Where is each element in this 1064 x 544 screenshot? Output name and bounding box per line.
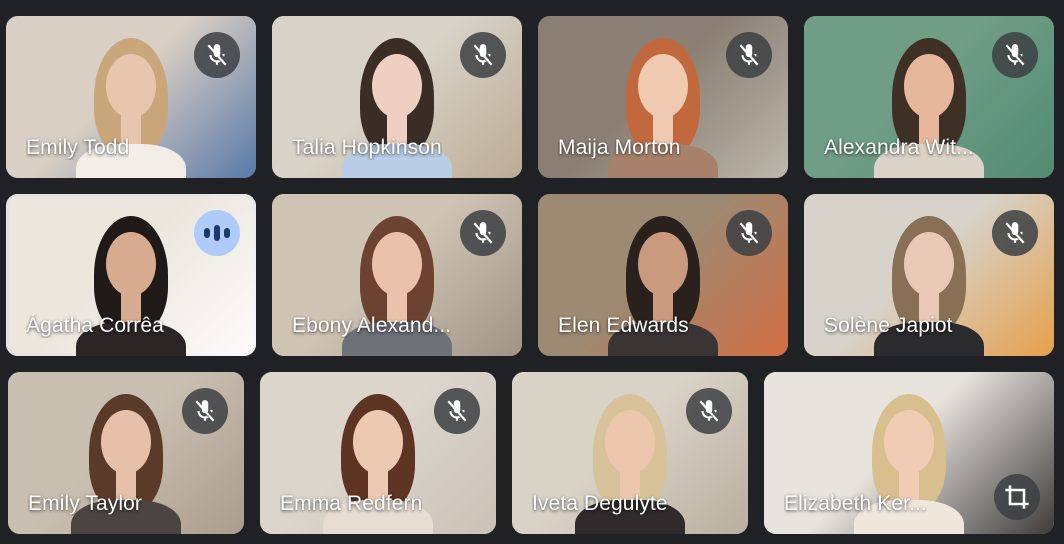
participant-tile[interactable]: Iveta Degulyte — [512, 372, 748, 534]
mic-off-icon — [194, 32, 240, 78]
participant-tile[interactable]: Maija Morton — [538, 16, 788, 178]
participant-tile[interactable]: Talia Hopkinson — [272, 16, 522, 178]
participant-name: Emily Taylor — [28, 492, 143, 515]
audio-level-icon — [194, 210, 240, 256]
participant-tile[interactable]: Elizabeth Ker... — [764, 372, 1054, 534]
participant-tile[interactable]: Alexandra Wit... — [804, 16, 1054, 178]
crop-icon[interactable] — [994, 474, 1040, 520]
mic-off-icon — [686, 388, 732, 434]
participant-name: Talia Hopkinson — [292, 136, 442, 159]
mic-off-icon — [726, 32, 772, 78]
participant-grid: Emily Todd Talia Hopkinson Maija Morton Ale… — [0, 0, 1064, 544]
mic-off-icon — [992, 32, 1038, 78]
participant-name: Emma Redfern — [280, 492, 423, 515]
mic-off-icon — [726, 210, 772, 256]
participant-tile[interactable]: Ágatha Corrêa — [6, 194, 256, 356]
participant-name: Alexandra Wit... — [824, 136, 974, 159]
participant-tile[interactable]: Emily Todd — [6, 16, 256, 178]
participant-name: Elen Edwards — [558, 314, 689, 337]
participant-tile[interactable]: Ebony Alexand... — [272, 194, 522, 356]
mic-off-icon — [182, 388, 228, 434]
participant-name: Elizabeth Ker... — [784, 492, 927, 515]
participant-name: Emily Todd — [26, 136, 130, 159]
participant-tile[interactable]: Elen Edwards — [538, 194, 788, 356]
participant-tile[interactable]: Emma Redfern — [260, 372, 496, 534]
participant-tile[interactable]: Solène Japiot — [804, 194, 1054, 356]
participant-name: Maija Morton — [558, 136, 681, 159]
participant-tile[interactable]: Emily Taylor — [8, 372, 244, 534]
mic-off-icon — [460, 210, 506, 256]
participant-name: Ágatha Corrêa — [26, 314, 164, 337]
mic-off-icon — [992, 210, 1038, 256]
participant-name: Ebony Alexand... — [292, 314, 452, 337]
participant-name: Solène Japiot — [824, 314, 953, 337]
mic-off-icon — [460, 32, 506, 78]
participant-name: Iveta Degulyte — [532, 492, 668, 515]
mic-off-icon — [434, 388, 480, 434]
